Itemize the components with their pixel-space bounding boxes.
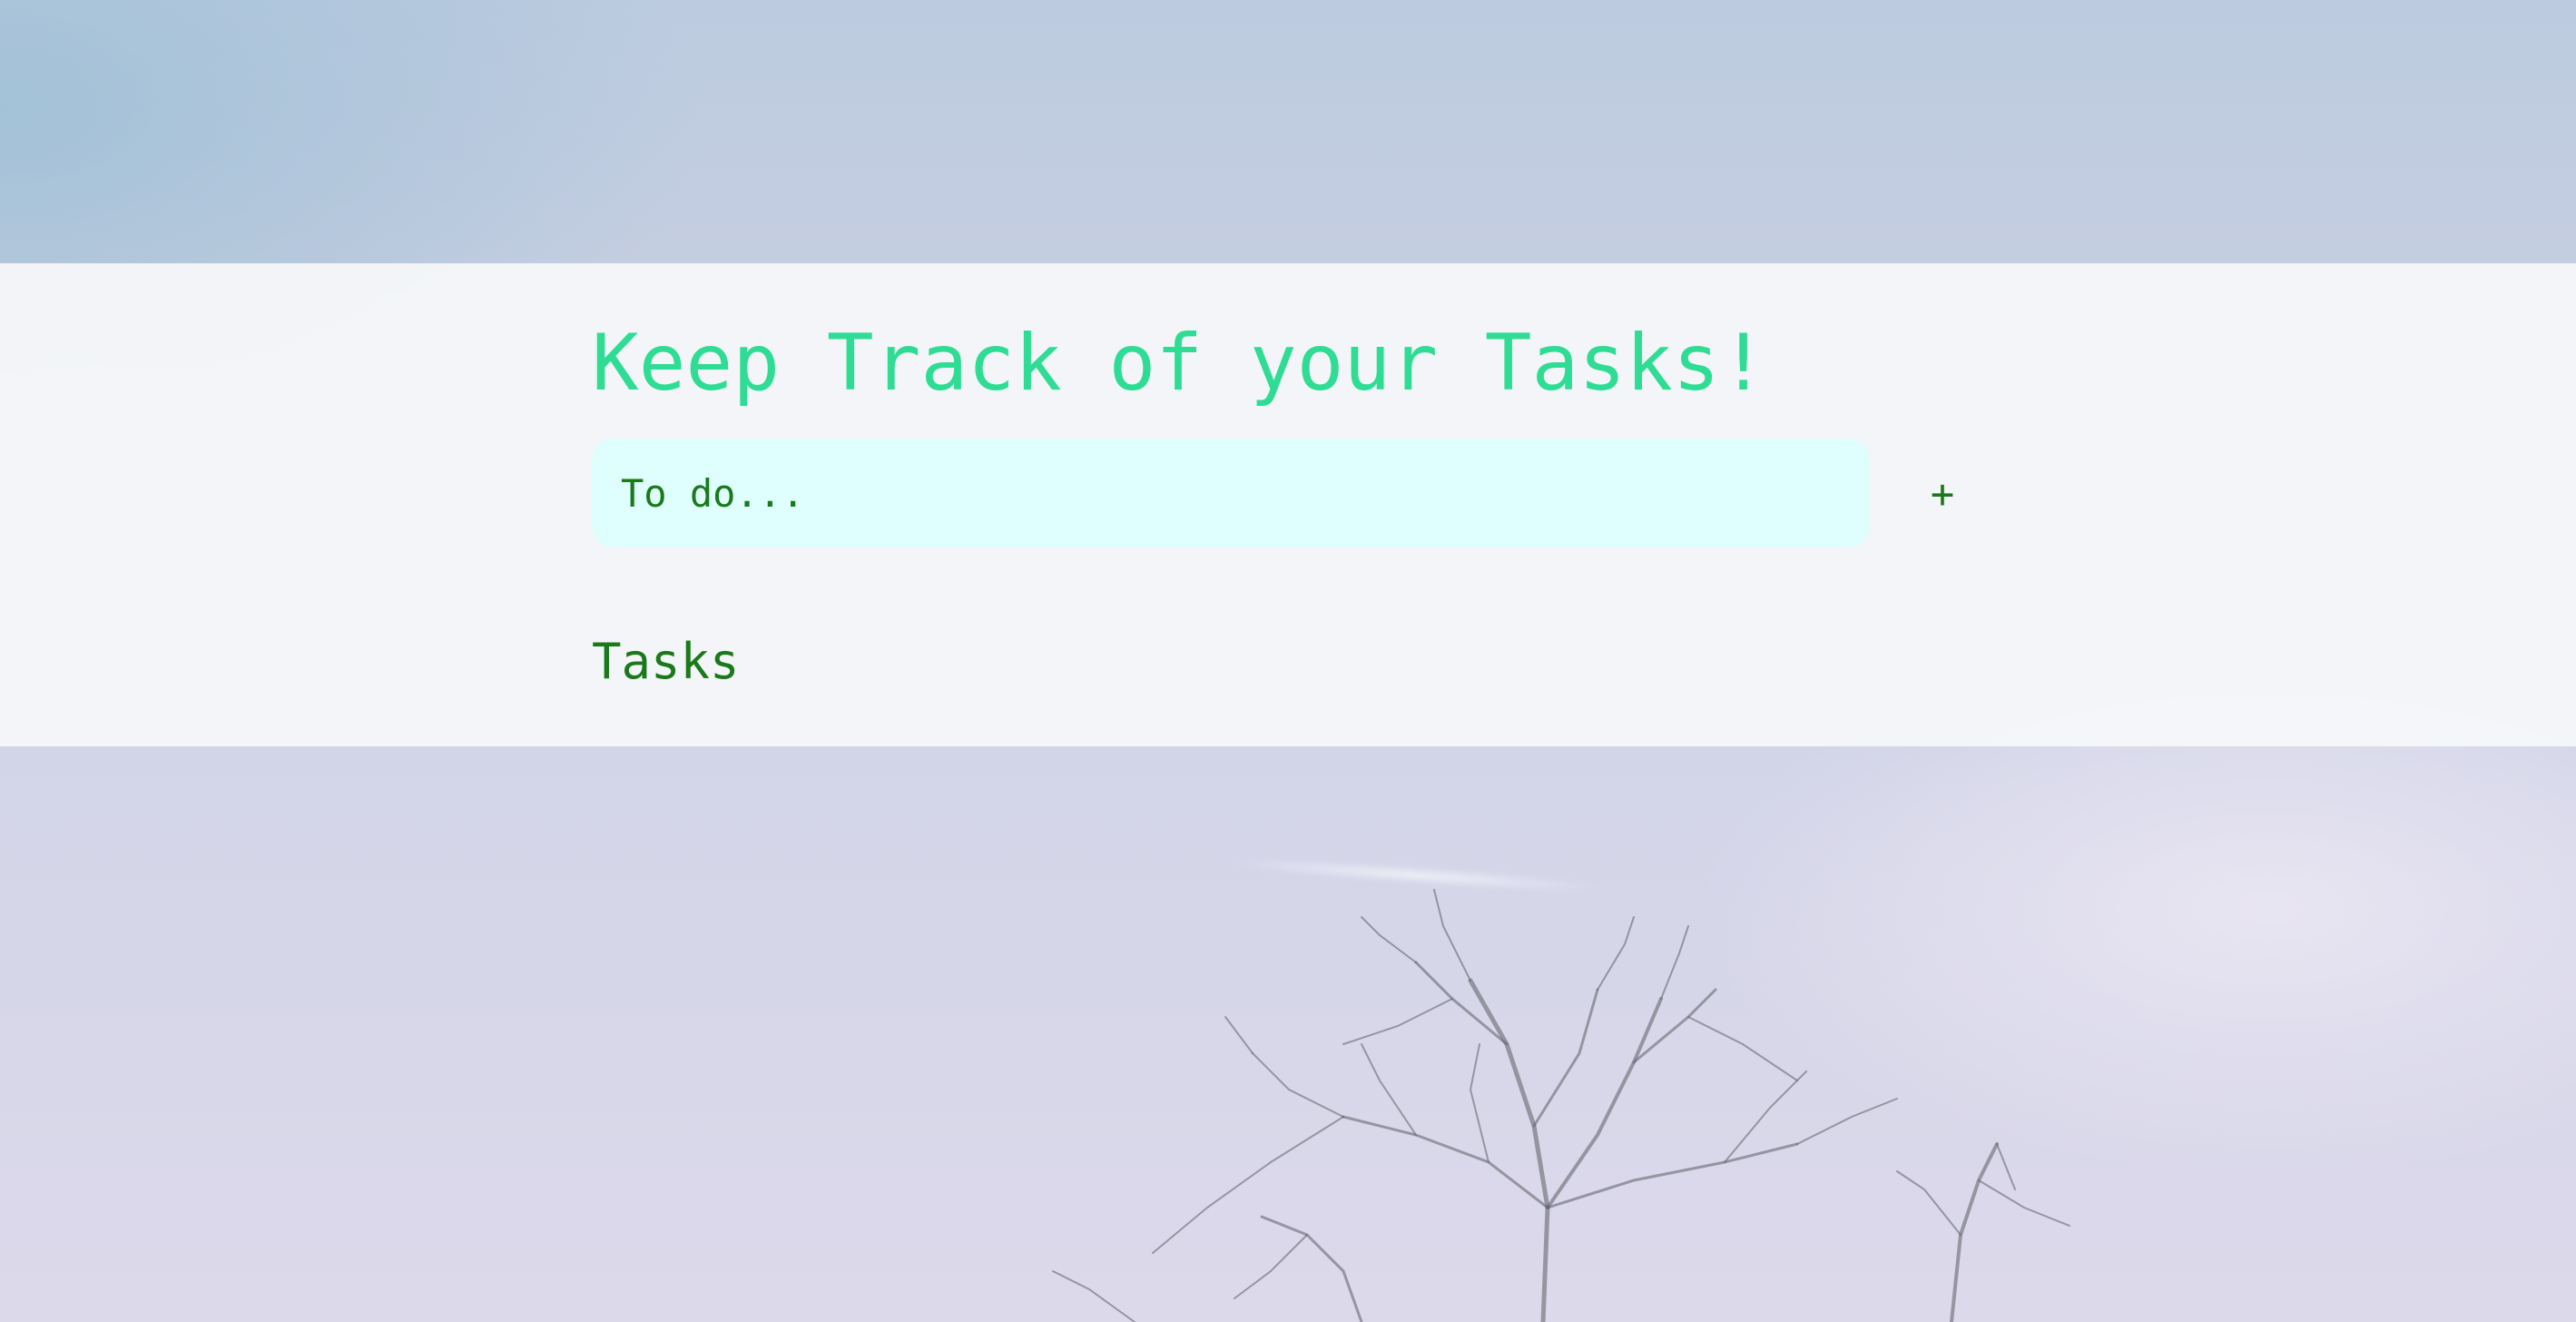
todo-input[interactable] bbox=[592, 439, 1870, 548]
page-title: Keep Track of your Tasks! bbox=[592, 318, 1767, 409]
tasks-heading: Tasks bbox=[592, 633, 740, 690]
add-task-button[interactable]: + bbox=[1906, 454, 1979, 536]
